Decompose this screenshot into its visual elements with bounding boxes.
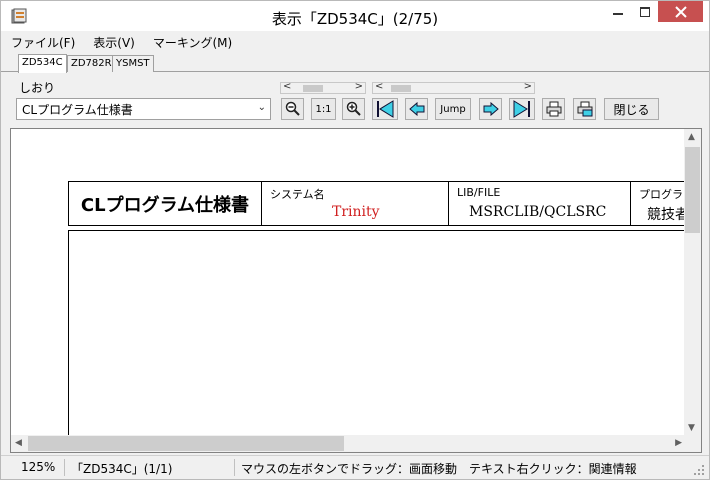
- menu-view[interactable]: 表示(V): [91, 32, 137, 53]
- scroll-right-icon: ▶: [675, 438, 682, 448]
- tab-zd534c[interactable]: ZD534C: [18, 54, 67, 73]
- zoom-reset-label: 1:1: [315, 103, 332, 115]
- scroll-left-icon: <: [283, 81, 292, 92]
- viewer-window: 表示「ZD534C」(2/75) ファイル(F) 表示(V) マーキング(M) …: [0, 0, 710, 480]
- title-bar: 表示「ZD534C」(2/75): [1, 1, 709, 31]
- status-divider: [234, 459, 235, 476]
- zoom-reset-button[interactable]: 1:1: [311, 98, 336, 120]
- system-name-value: Trinity: [332, 204, 380, 220]
- page-scrollbar[interactable]: < >: [372, 81, 535, 94]
- zoom-scrollbar[interactable]: < >: [280, 81, 366, 94]
- first-page-button[interactable]: [372, 98, 398, 120]
- scroll-left-icon: <: [375, 81, 384, 92]
- spec-header-table: CLプログラム仕様書 システム名 Trinity LIB/FILE MSRCLI…: [68, 181, 701, 226]
- zoom-scroll-thumb[interactable]: [303, 85, 323, 92]
- arrow-left-icon: [408, 102, 424, 116]
- system-name-label: システム名: [270, 188, 325, 201]
- horizontal-scroll-thumb[interactable]: [28, 436, 344, 451]
- horizontal-scrollbar[interactable]: ◀ ▶: [11, 435, 686, 452]
- status-hint: マウスの左ボタンでドラッグ：画面移動 テキスト右クリック：関連情報: [241, 462, 637, 476]
- spec-body-box: [68, 230, 701, 450]
- status-zoom: 125%: [21, 460, 56, 474]
- bookmark-value: CLプログラム仕様書: [22, 102, 133, 117]
- document-tabs: ZD534C ZD782R YSMST: [1, 53, 709, 73]
- scroll-down-icon: ▼: [688, 423, 695, 433]
- lib-file-value: MSRCLIB/QCLSRC: [469, 204, 607, 220]
- menu-file[interactable]: ファイル(F): [9, 32, 77, 53]
- printer-settings-icon: [577, 101, 592, 117]
- last-page-icon: [513, 100, 530, 118]
- close-window-button[interactable]: [658, 1, 703, 22]
- chevron-down-icon: ⌄: [257, 102, 266, 113]
- lib-file-label: LIB/FILE: [457, 186, 501, 199]
- scroll-up-icon: ▲: [688, 132, 695, 142]
- window-title: 表示「ZD534C」(2/75): [271, 10, 439, 28]
- arrow-right-icon: [483, 102, 499, 116]
- spec-title: CLプログラム仕様書: [69, 182, 262, 225]
- minimize-icon: [612, 12, 623, 15]
- bookmark-dropdown[interactable]: CLプログラム仕様書 ⌄: [16, 98, 271, 120]
- maximize-icon: [639, 6, 650, 17]
- prev-page-button[interactable]: [405, 98, 428, 120]
- tab-zd782r[interactable]: ZD782R: [67, 55, 116, 72]
- vertical-scroll-thumb[interactable]: [685, 147, 700, 233]
- tab-ysmst[interactable]: YSMST: [112, 55, 154, 72]
- menu-marking[interactable]: マーキング(M): [151, 32, 234, 53]
- scroll-left-icon: ◀: [15, 438, 22, 448]
- resize-grip-icon[interactable]: [693, 464, 705, 476]
- vertical-scrollbar[interactable]: ▲ ▼: [684, 129, 701, 436]
- last-page-button[interactable]: [509, 98, 535, 120]
- print-setup-button[interactable]: [573, 98, 596, 120]
- status-divider: [64, 459, 65, 476]
- printer-icon: [546, 101, 561, 117]
- bookmark-label: しおり: [19, 81, 56, 95]
- zoom-in-icon: [346, 101, 361, 116]
- scroll-right-icon: >: [523, 81, 532, 92]
- maximize-button[interactable]: [631, 1, 658, 22]
- zoom-in-button[interactable]: [342, 98, 365, 120]
- program-value: 競技者: [647, 207, 689, 223]
- system-name-cell: システム名 Trinity: [262, 182, 449, 225]
- first-page-icon: [377, 100, 394, 118]
- zoom-out-button[interactable]: [281, 98, 304, 120]
- scroll-corner: [684, 435, 701, 452]
- document-view[interactable]: CLプログラム仕様書 システム名 Trinity LIB/FILE MSRCLI…: [10, 128, 702, 453]
- print-button[interactable]: [542, 98, 565, 120]
- close-label: 閉じる: [613, 102, 650, 117]
- close-icon: [674, 5, 687, 18]
- next-page-button[interactable]: [479, 98, 502, 120]
- status-page: 「ZD534C」(1/1): [71, 462, 173, 476]
- status-bar: 125% 「ZD534C」(1/1) マウスの左ボタンでドラッグ：画面移動 テキ…: [1, 455, 709, 479]
- jump-label: Jump: [440, 103, 466, 115]
- scroll-right-icon: >: [354, 81, 363, 92]
- page-scroll-thumb[interactable]: [391, 85, 411, 92]
- zoom-out-icon: [285, 101, 300, 116]
- lib-file-cell: LIB/FILE MSRCLIB/QCLSRC: [449, 182, 631, 225]
- jump-button[interactable]: Jump: [435, 98, 471, 120]
- menu-bar: ファイル(F) 表示(V) マーキング(M): [1, 31, 709, 53]
- close-viewer-button[interactable]: 閉じる: [604, 98, 659, 120]
- minimize-button[interactable]: [604, 1, 631, 22]
- program-label: プログラ: [639, 188, 683, 201]
